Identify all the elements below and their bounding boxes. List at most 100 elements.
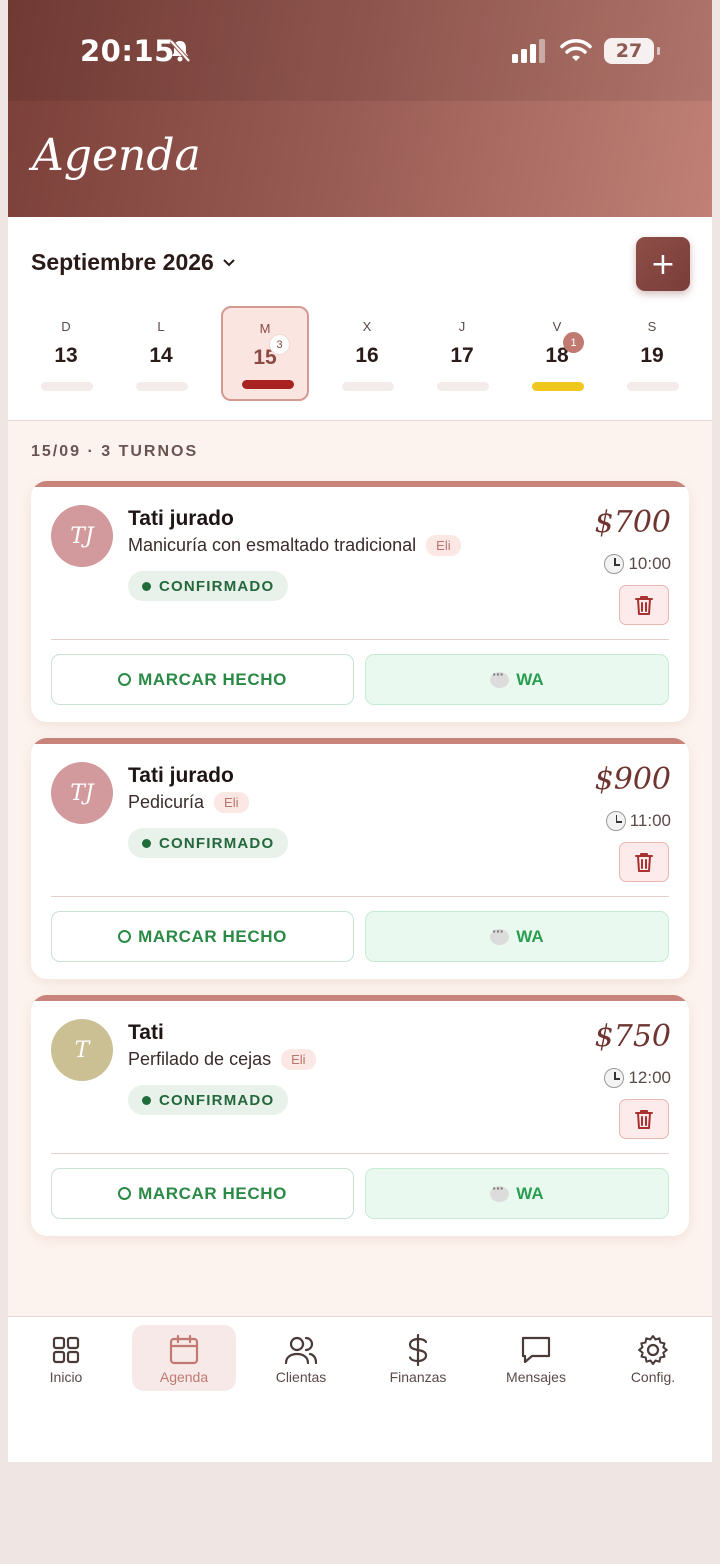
whatsapp-button[interactable]: WA	[365, 911, 669, 962]
battery-indicator: 27	[604, 38, 660, 64]
mark-done-button[interactable]: MARCAR HECHO	[51, 654, 354, 705]
avatar: TJ	[51, 762, 113, 824]
status-label: CONFIRMADO	[159, 834, 275, 852]
status-time: 20:15	[80, 34, 175, 68]
status-label: CONFIRMADO	[159, 577, 275, 595]
message-icon	[521, 1336, 551, 1364]
mark-done-button[interactable]: MARCAR HECHO	[51, 1168, 354, 1219]
client-name: Tati	[128, 1021, 164, 1044]
delete-button[interactable]	[619, 585, 669, 625]
appointments-heading: 15/09 · 3 TURNOS	[31, 443, 199, 460]
nav-label: Clientas	[275, 1369, 327, 1385]
whatsapp-button[interactable]: WA	[365, 654, 669, 705]
delete-button[interactable]	[619, 1099, 669, 1139]
service-name: Pedicuría	[128, 792, 205, 812]
appointment-card[interactable]: TJ Tati jurado Pedicuría Eli CONFIRMADO …	[31, 738, 689, 979]
time-label: 12:00	[628, 1068, 671, 1087]
day-18[interactable]: V 18 1	[513, 306, 601, 401]
nav-item-agenda[interactable]: Agenda	[132, 1325, 236, 1391]
day-load-bar	[627, 382, 679, 391]
day-number: 16	[355, 344, 379, 367]
trash-icon	[635, 853, 653, 872]
day-of-week: D	[61, 319, 71, 334]
chevron-down-icon	[223, 258, 235, 266]
mark-done-label: MARCAR HECHO	[138, 669, 287, 689]
service-line: Manicuría con esmaltado tradicional Eli	[128, 535, 461, 556]
nav-item-config[interactable]: Config.	[601, 1325, 705, 1391]
app-screen: 20:15 27 Agenda Septiembre 2026 + D 13 L…	[8, 0, 712, 1462]
nav-label: Inicio	[49, 1369, 83, 1385]
clock-icon	[605, 811, 626, 831]
day-of-week: X	[362, 319, 372, 334]
service-line: Pedicuría Eli	[128, 792, 249, 813]
signal-icon	[512, 39, 545, 63]
day-13[interactable]: D 13	[22, 306, 110, 401]
bell-muted-icon	[169, 39, 191, 63]
staff-badge: Eli	[281, 1049, 316, 1070]
appointment-count-badge: 1	[563, 332, 584, 353]
status-dot	[142, 1095, 151, 1105]
header: 20:15 27 Agenda	[8, 0, 712, 217]
day-16[interactable]: X 16	[323, 306, 411, 401]
time-label: 11:00	[629, 811, 671, 830]
status-dot	[142, 581, 151, 591]
delete-button[interactable]	[619, 842, 669, 882]
status-icons: 27	[512, 38, 660, 64]
staff-badge: Eli	[426, 535, 461, 556]
day-load-bar	[41, 382, 93, 391]
day-19[interactable]: S 19	[608, 306, 696, 401]
card-divider	[51, 1153, 669, 1154]
avatar: TJ	[51, 505, 113, 567]
nav-item-mensajes[interactable]: Mensajes	[484, 1325, 588, 1391]
status-dot	[142, 838, 151, 848]
price: $750	[594, 1019, 671, 1054]
users-icon	[284, 1336, 318, 1365]
mark-done-label: MARCAR HECHO	[138, 926, 287, 946]
appointment-count-badge: 3	[269, 334, 290, 355]
day-load-bar	[437, 382, 489, 391]
day-load-bar	[342, 382, 394, 391]
appointment-time: 11:00	[605, 811, 671, 831]
appointment-card[interactable]: TJ Tati jurado Manicuría con esmaltado t…	[31, 481, 689, 722]
speech-bubble-icon	[490, 923, 510, 945]
status-badge: CONFIRMADO	[128, 1085, 289, 1115]
client-name: Tati jurado	[128, 507, 234, 530]
nav-label: Finanzas	[389, 1369, 447, 1385]
day-number: 14	[149, 344, 173, 367]
card-accent-stripe	[31, 738, 689, 744]
day-15-selected[interactable]: M 15 3	[221, 306, 309, 401]
day-number: 19	[640, 344, 664, 367]
trash-icon	[635, 596, 653, 615]
whatsapp-button[interactable]: WA	[365, 1168, 669, 1219]
circle-icon	[118, 930, 132, 943]
mark-done-button[interactable]: MARCAR HECHO	[51, 911, 354, 962]
status-label: CONFIRMADO	[159, 1091, 275, 1109]
trash-icon	[635, 1110, 653, 1129]
nav-item-finanzas[interactable]: Finanzas	[366, 1325, 470, 1391]
time-label: 10:00	[628, 554, 671, 573]
whatsapp-label: WA	[516, 926, 544, 946]
wifi-icon	[560, 39, 592, 61]
gear-icon	[638, 1335, 668, 1365]
avatar: T	[51, 1019, 113, 1081]
circle-icon	[118, 1187, 132, 1200]
nav-item-inicio[interactable]: Inicio	[14, 1325, 118, 1391]
nav-item-clientas[interactable]: Clientas	[249, 1325, 353, 1391]
day-14[interactable]: L 14	[117, 306, 205, 401]
day-of-week: L	[157, 319, 165, 334]
price: $700	[594, 505, 671, 540]
month-selector[interactable]: Septiembre 2026	[31, 249, 236, 276]
day-17[interactable]: J 17	[418, 306, 506, 401]
card-accent-stripe	[31, 995, 689, 1001]
day-number: 13	[54, 344, 78, 367]
page-title: Agenda	[32, 130, 201, 181]
appointment-card[interactable]: T Tati Perfilado de cejas Eli CONFIRMADO…	[31, 995, 689, 1236]
speech-bubble-icon	[490, 666, 510, 688]
day-load-bar	[242, 380, 294, 389]
status-badge: CONFIRMADO	[128, 571, 289, 601]
clock-icon	[604, 554, 625, 574]
add-appointment-button[interactable]: +	[636, 237, 690, 291]
nav-label: Agenda	[159, 1369, 209, 1385]
circle-icon	[118, 673, 132, 686]
month-label: Septiembre 2026	[31, 249, 214, 275]
